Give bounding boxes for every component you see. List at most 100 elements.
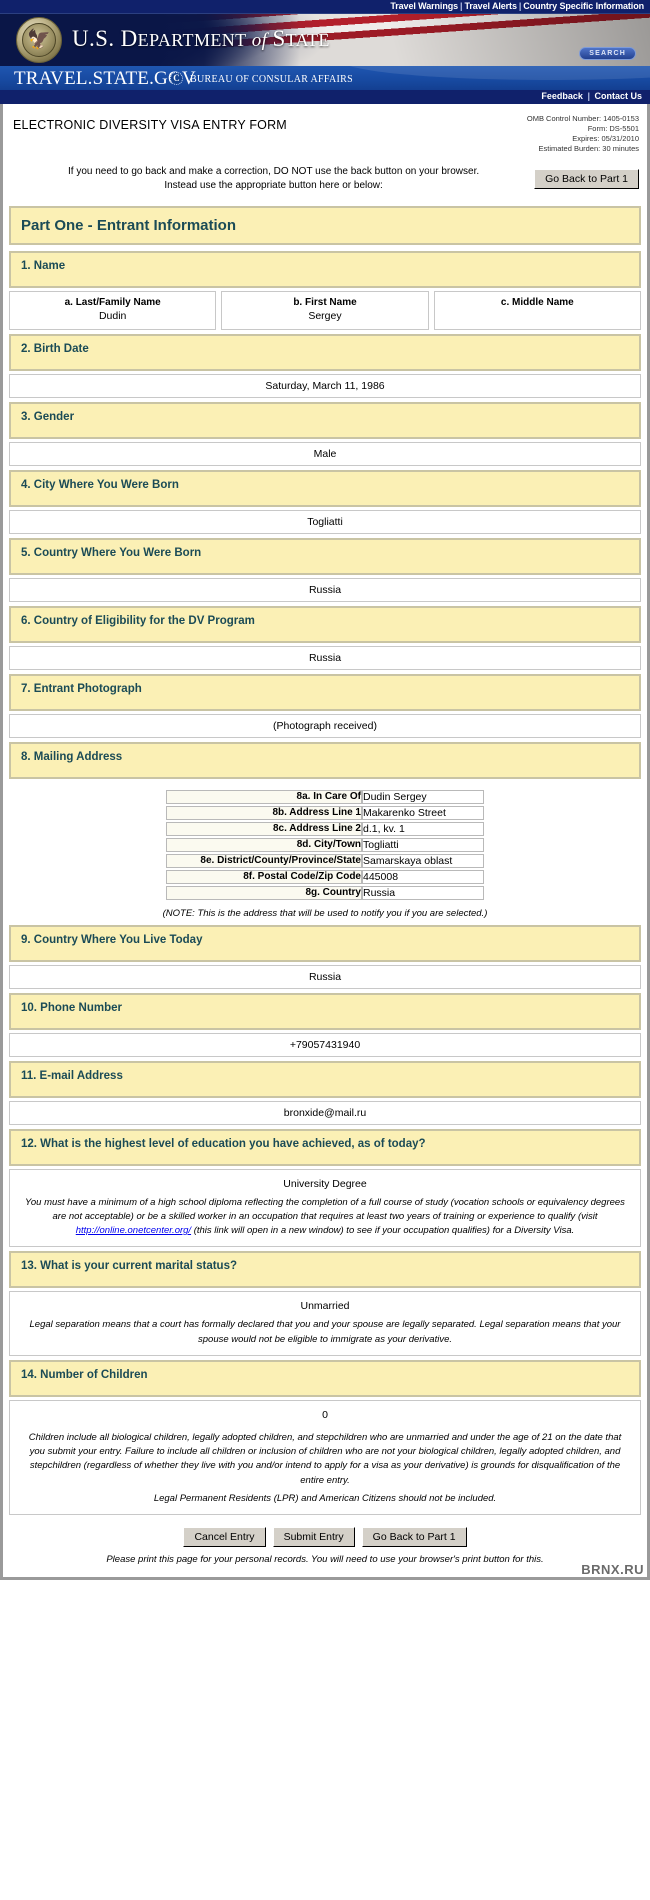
first-name-value: Sergey — [308, 309, 342, 322]
dept-title-seg5: TATE — [285, 30, 330, 50]
address-value-8f: 445008 — [362, 869, 484, 884]
table-row: 8c. Address Line 2 d.1, kv. 1 — [166, 821, 484, 836]
marital-status-note: Legal separation means that a court has … — [29, 1319, 621, 1345]
search-button[interactable]: SEARCH — [579, 47, 636, 60]
eagle-glyph: 🦅 — [27, 29, 51, 51]
first-name-label: b. First Name — [293, 296, 357, 308]
address-value-8g: Russia — [362, 885, 484, 900]
email-address-value: bronxide@mail.ru — [9, 1100, 641, 1125]
correction-notice: If you need to go back and make a correc… — [13, 165, 534, 194]
mailing-address-block: 8a. In Care Of Dudin Sergey 8b. Address … — [9, 782, 641, 904]
dept-title-seg4: S — [272, 26, 286, 51]
mailing-address-table: 8a. In Care Of Dudin Sergey 8b. Address … — [166, 788, 484, 902]
phone-number-value: +79057431940 — [9, 1032, 641, 1057]
dept-title-seg2: EPARTMENT — [137, 30, 247, 50]
submit-entry-button[interactable]: Submit Entry — [272, 1527, 355, 1547]
site-title[interactable]: TRAVEL.STATE.GOV — [14, 68, 196, 90]
print-instruction-note: Please print this page for your personal… — [106, 1554, 544, 1565]
address-value-8e: Samarskaya oblast — [362, 853, 484, 868]
seal-inner-ring: 🦅 — [22, 23, 56, 57]
education-block: University Degree You must have a minimu… — [9, 1168, 641, 1248]
page-title: ELECTRONIC DIVERSITY VISA ENTRY FORM — [13, 118, 287, 132]
page-root: Travel Warnings | Travel Alerts | Country Sp… — [0, 0, 650, 1580]
nav-travel-warnings[interactable]: Travel Warnings — [390, 1, 458, 11]
last-family-name-value: Dudin — [98, 309, 127, 322]
first-name-field: b. First Name Sergey — [221, 290, 429, 330]
middle-name-value — [439, 310, 636, 322]
feedback-link[interactable]: Feedback — [541, 91, 583, 101]
question-8-header: 8. Mailing Address — [9, 741, 641, 779]
education-note-part2: to see if your occupation qualifies) for… — [343, 1225, 575, 1236]
table-row: 8a. In Care Of Dudin Sergey — [166, 789, 484, 804]
dept-title-seg1: U.S. D — [72, 26, 138, 51]
name-fields-row: a. Last/Family Name Dudin b. First Name … — [9, 290, 641, 330]
address-label-8c: 8c. Address Line 2 — [166, 821, 362, 836]
correction-notice-line1: If you need to go back and make a correc… — [67, 165, 480, 177]
form-action-buttons: Cancel Entry Submit Entry Go Back to Par… — [9, 1518, 641, 1554]
table-row: 8g. Country Russia — [166, 885, 484, 900]
last-family-name-label: a. Last/Family Name — [64, 296, 161, 308]
address-label-8a: 8a. In Care Of — [166, 789, 362, 804]
form-head-row: ELECTRONIC DIVERSITY VISA ENTRY FORM OMB… — [3, 104, 647, 157]
mailing-address-note: (NOTE: This is the address that will be … — [162, 907, 488, 919]
photograph-status-value: (Photograph received) — [9, 713, 641, 738]
department-title: U.S. DEPARTMENT of STATE — [72, 26, 330, 52]
birth-date-value: Saturday, March 11, 1986 — [9, 373, 641, 398]
go-back-to-part-1-bottom-button[interactable]: Go Back to Part 1 — [361, 1527, 467, 1547]
city-of-birth-value: Togliatti — [9, 509, 641, 534]
question-2-header: 2. Birth Date — [9, 333, 641, 371]
onetcenter-link-hint: (this link will open in a new window) — [193, 1225, 344, 1236]
travel-state-gov-bar: TRAVEL.STATE.GOV C BUREAU OF CONSULAR AF… — [0, 66, 650, 90]
address-value-8d: Togliatti — [362, 837, 484, 852]
correction-notice-row: If you need to go back and make a correc… — [3, 157, 647, 204]
address-label-8b: 8b. Address Line 1 — [166, 805, 362, 820]
form-sections: Part One - Entrant Information 1. Name a… — [3, 205, 647, 1578]
contact-us-link[interactable]: Contact Us — [594, 91, 642, 101]
site-banner: 🦅 U.S. DEPARTMENT of STATE SEARCH — [0, 13, 650, 66]
address-label-8g: 8g. Country — [166, 885, 362, 900]
eagle-seal-icon: 🦅 — [16, 17, 62, 63]
question-13-header: 13. What is your current marital status? — [9, 1251, 641, 1289]
address-label-8e: 8e. District/County/Province/State — [166, 853, 362, 868]
address-value-8a: Dudin Sergey — [362, 789, 484, 804]
go-back-to-part-1-top-button[interactable]: Go Back to Part 1 — [534, 168, 639, 189]
question-5-header: 5. Country Where You Were Born — [9, 537, 641, 575]
table-row: 8d. City/Town Togliatti — [166, 837, 484, 852]
cancel-entry-button[interactable]: Cancel Entry — [183, 1527, 266, 1547]
question-6-header: 6. Country of Eligibility for the DV Pro… — [9, 605, 641, 643]
address-value-8c: d.1, kv. 1 — [362, 821, 484, 836]
question-7-header: 7. Entrant Photograph — [9, 673, 641, 711]
question-1-header: 1. Name — [9, 250, 641, 288]
feedback-separator: | — [587, 91, 590, 101]
marital-status-block: Unmarried Legal separation means that a … — [9, 1291, 641, 1356]
omb-block: OMB Control Number: 1405-0153 Form: DS-5… — [527, 114, 639, 155]
children-block: 0 Children include all biological childr… — [9, 1399, 641, 1515]
onetcenter-link[interactable]: http://online.onetcenter.org/ — [76, 1225, 191, 1236]
nav-travel-alerts[interactable]: Travel Alerts — [464, 1, 517, 11]
address-label-8f: 8f. Postal Code/Zip Code — [166, 869, 362, 884]
site-watermark: BRNX.RU — [581, 1562, 644, 1577]
bureau-subtitle: BUREAU OF CONSULAR AFFAIRS — [190, 74, 353, 85]
question-12-header: 12. What is the highest level of educati… — [9, 1128, 641, 1166]
omb-burden: Estimated Burden: 30 minutes — [538, 144, 639, 154]
middle-name-label: c. Middle Name — [500, 296, 574, 308]
omb-form-number: Form: DS-5501 — [587, 124, 639, 134]
omb-control-number: OMB Control Number: 1405-0153 — [526, 114, 639, 123]
feedback-bar: Feedback | Contact Us — [0, 90, 650, 104]
children-note-2: Legal Permanent Residents (LPR) and Amer… — [153, 1492, 497, 1504]
question-14-header: 14. Number of Children — [9, 1359, 641, 1397]
utility-nav: Travel Warnings | Travel Alerts | Country Sp… — [0, 0, 650, 13]
consular-affairs-icon: C — [170, 72, 183, 85]
dept-title-seg3: of — [246, 30, 273, 51]
education-note: You must have a minimum of a high school… — [20, 1196, 630, 1239]
swoosh-decoration — [340, 66, 650, 80]
question-4-header: 4. City Where You Were Born — [9, 469, 641, 507]
address-label-8d: 8d. City/Town — [166, 837, 362, 852]
last-family-name-field: a. Last/Family Name Dudin — [9, 290, 217, 330]
country-of-residence-value: Russia — [9, 964, 641, 989]
table-row: 8e. District/County/Province/State Samar… — [166, 853, 484, 868]
marital-status-value: Unmarried — [300, 1300, 350, 1313]
nav-country-specific-information[interactable]: Country Specific Information — [523, 1, 644, 11]
education-level-value: University Degree — [283, 1177, 367, 1190]
children-note-1: Children include all biological children… — [28, 1431, 622, 1486]
